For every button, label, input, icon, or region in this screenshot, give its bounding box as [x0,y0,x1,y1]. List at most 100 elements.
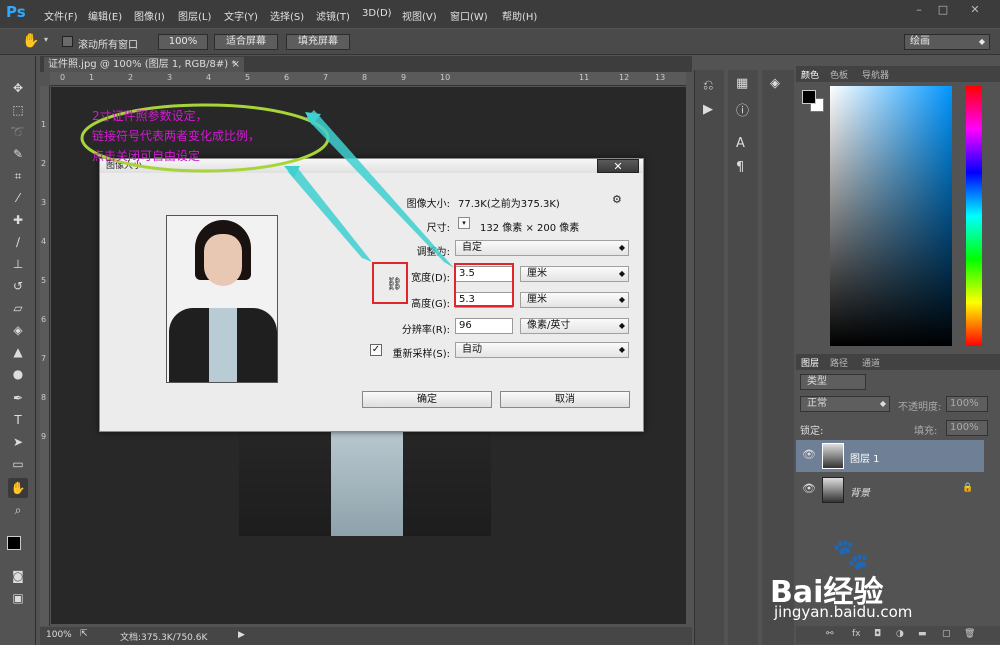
settings-gear-icon[interactable]: ⚙ [612,193,622,206]
menu-image[interactable]: 图像(I) [134,8,165,23]
tab-layers[interactable]: 图层 [801,356,819,369]
foreground-color-swatch[interactable] [7,536,21,550]
resolution-unit-select[interactable]: 像素/英寸 ◆ [520,318,629,334]
height-unit-select[interactable]: 厘米 ◆ [520,292,629,308]
history-icon[interactable]: ⎌ [703,78,713,93]
foreground-color-swatch[interactable] [802,90,816,104]
photo-shirt [331,430,403,536]
minimize-icon[interactable]: – [910,3,928,17]
bucket-tool-icon[interactable]: ◈ [8,320,28,340]
healing-tool-icon[interactable]: ✚ [8,210,28,230]
menu-window[interactable]: 窗口(W) [450,8,488,23]
width-unit-select[interactable]: 厘米 ◆ [520,266,629,282]
quick-select-tool-icon[interactable]: ✎ [8,144,28,164]
tab-swatches[interactable]: 色板 [830,68,848,81]
ruler-tick: 8 [362,73,368,82]
dialog-close-button[interactable]: ✕ [597,159,639,173]
scroll-all-label: 滚动所有窗口 [78,40,138,51]
layer-row[interactable]: 👁 图层 1 [796,440,984,472]
actions-play-icon[interactable]: ▶ [703,102,713,117]
history-brush-tool-icon[interactable]: ↺ [8,276,28,296]
screen-mode-icon[interactable]: ▣ [8,588,28,608]
eraser-tool-icon[interactable]: ▱ [8,298,28,318]
close-window-icon[interactable]: ✕ [960,3,990,17]
stamp-tool-icon[interactable]: ⊥ [8,254,28,274]
shape-tool-icon[interactable]: ▭ [8,454,28,474]
eye-icon[interactable]: 👁 [802,482,816,495]
tab-paths[interactable]: 路径 [830,356,848,369]
resolution-unit-value: 像素/英寸 [527,320,571,331]
fit-to-select[interactable]: 自定 ◆ [455,240,629,256]
hand-tool-icon[interactable]: ✋ [22,33,39,49]
close-tab-icon[interactable]: × [232,57,240,72]
layer-row[interactable]: 👁 背景 🔒 [796,474,984,506]
layer-filter-select[interactable]: 类型 [800,374,866,390]
trash-icon[interactable]: 🗑 [964,629,975,639]
3d-cube-icon[interactable]: ◈ [770,76,780,91]
link-layers-icon[interactable]: ⚯ [826,629,834,639]
document-tab[interactable]: 证件照.jpg @ 100% (图层 1, RGB/8#) * × [44,57,244,72]
quick-mask-icon[interactable]: ◙ [8,566,28,586]
move-tool-icon[interactable]: ✥ [8,78,28,98]
menu-3d[interactable]: 3D(D) [362,8,392,19]
tab-navigator[interactable]: 导航器 [862,68,889,81]
marquee-tool-icon[interactable]: ⬚ [8,100,28,120]
fill-input[interactable]: 100% [946,420,988,436]
menu-layer[interactable]: 图层(L) [178,8,211,23]
dodge-tool-icon[interactable]: ● [8,364,28,384]
lasso-tool-icon[interactable]: ➰ [8,122,28,142]
mask-icon[interactable]: ◘ [874,629,881,639]
workspace-select[interactable]: 绘画 ◆ [904,34,990,50]
brush-tool-icon[interactable]: ∕ [8,232,28,252]
watermark-url: jingyan.baidu.com [774,603,913,621]
new-layer-icon[interactable]: ▢ [942,629,951,639]
color-field[interactable] [830,86,952,346]
cancel-button[interactable]: 取消 [500,391,630,408]
zoom-100-button[interactable]: 100% [158,34,208,50]
ok-button[interactable]: 确定 [362,391,492,408]
resample-select[interactable]: 自动 ◆ [455,342,629,358]
tab-channels[interactable]: 通道 [862,356,880,369]
crop-tool-icon[interactable]: ⌗ [8,166,28,186]
blur-tool-icon[interactable]: ▲ [8,342,28,362]
adjustments-icon[interactable]: ▦ [736,76,748,91]
menu-view[interactable]: 视图(V) [402,8,437,23]
export-icon[interactable]: ⇱ [80,629,88,639]
tool-preset-chevron-icon[interactable]: ▾ [44,35,48,44]
hand-tool-active-icon[interactable]: ✋ [8,478,28,498]
status-arrow-icon[interactable]: ▶ [238,630,245,640]
dimension-dropdown-icon[interactable]: ▾ [458,217,470,229]
maximize-icon[interactable]: □ [934,3,952,17]
group-icon[interactable]: ▬ [918,629,927,639]
fit-screen-button[interactable]: 适合屏幕 [214,34,278,50]
zoom-tool-icon[interactable]: ⌕ [8,500,28,520]
width-unit-value: 厘米 [527,268,547,279]
menu-filter[interactable]: 滤镜(T) [316,8,350,23]
menu-type[interactable]: 文字(Y) [224,8,258,23]
type-tool-icon[interactable]: T [8,410,28,430]
menu-help[interactable]: 帮助(H) [502,8,537,23]
fill-screen-button[interactable]: 填充屏幕 [286,34,350,50]
zoom-readout[interactable]: 100% [46,630,72,640]
opacity-input[interactable]: 100% [946,396,988,412]
pen-tool-icon[interactable]: ✒ [8,388,28,408]
fx-icon[interactable]: fx [852,629,861,639]
path-select-tool-icon[interactable]: ➤ [8,432,28,452]
adjustment-layer-icon[interactable]: ◑ [896,629,904,639]
scroll-all-checkbox[interactable] [62,36,73,47]
layer-name[interactable]: 图层 1 [850,450,880,465]
image-size-value: 77.3K(之前为375.3K) [458,199,560,210]
blend-mode-select[interactable]: 正常 ◆ [800,396,890,412]
eyedropper-tool-icon[interactable]: ⁄ [8,188,28,208]
resolution-input[interactable]: 96 [455,318,513,334]
info-icon[interactable]: ⓘ [736,100,749,119]
hue-slider[interactable] [966,86,982,346]
eye-icon[interactable]: 👁 [802,448,816,461]
paragraph-icon[interactable]: ¶ [736,160,744,175]
tab-color[interactable]: 颜色 [801,68,819,81]
menu-edit[interactable]: 编辑(E) [88,8,122,23]
menu-file[interactable]: 文件(F) [44,8,78,23]
layer-name[interactable]: 背景 [850,484,870,499]
character-icon[interactable]: A [736,136,745,151]
menu-select[interactable]: 选择(S) [270,8,304,23]
